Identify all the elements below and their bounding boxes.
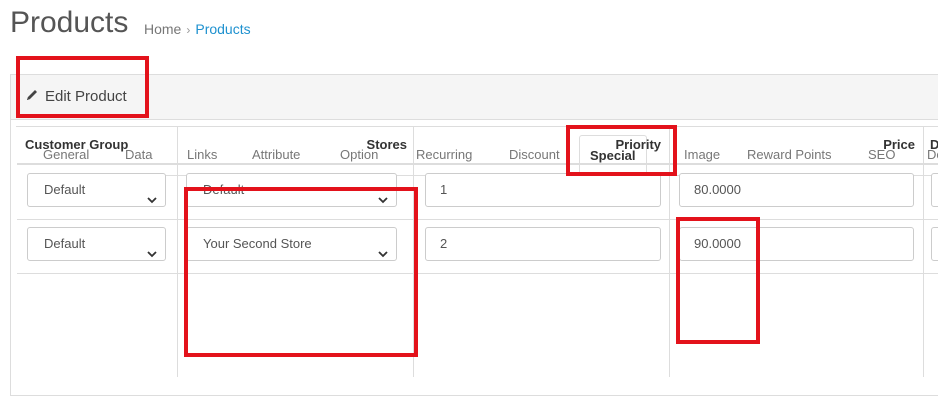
panel-heading: Edit Product	[11, 75, 938, 120]
row-divider	[17, 273, 938, 274]
customer-group-select[interactable]: Default	[27, 173, 166, 207]
chevron-down-icon	[147, 184, 157, 216]
breadcrumb-products[interactable]: Products	[195, 21, 250, 37]
chevron-down-icon	[378, 238, 388, 270]
header-customer-group: Customer Group	[25, 137, 129, 152]
pencil-icon	[25, 88, 39, 106]
store-value: Your Second Store	[203, 236, 312, 251]
price-input[interactable]: 80.0000	[679, 173, 914, 207]
special-price-table: Customer Group Stores Priority Price D D…	[16, 126, 938, 377]
date-start-input[interactable]	[931, 227, 938, 261]
chevron-down-icon	[147, 238, 157, 270]
header-price: Price	[883, 137, 915, 152]
row-divider	[17, 219, 938, 220]
breadcrumb-home[interactable]: Home	[144, 21, 181, 37]
price-input[interactable]: 90.0000	[679, 227, 914, 261]
panel-title: Edit Product	[25, 88, 127, 106]
breadcrumb-separator: ›	[186, 23, 191, 37]
store-select[interactable]: Default	[186, 173, 397, 207]
priority-input[interactable]: 2	[425, 227, 661, 261]
header-stores: Stores	[366, 137, 407, 152]
customer-group-select[interactable]: Default	[27, 227, 166, 261]
page-header: Products Home › Products	[0, 0, 938, 62]
customer-group-value: Default	[44, 236, 86, 251]
store-value: Default	[203, 182, 245, 197]
page-title: Products	[10, 6, 129, 39]
priority-input[interactable]: 1	[425, 173, 661, 207]
chevron-down-icon	[378, 184, 388, 216]
breadcrumb: Home › Products	[144, 21, 251, 37]
date-start-input[interactable]	[931, 173, 938, 207]
panel-title-text: Edit Product	[45, 88, 127, 105]
store-select[interactable]: Your Second Store	[186, 227, 397, 261]
header-priority: Priority	[615, 137, 661, 152]
customer-group-value: Default	[44, 182, 86, 197]
header-date: D	[930, 137, 938, 152]
